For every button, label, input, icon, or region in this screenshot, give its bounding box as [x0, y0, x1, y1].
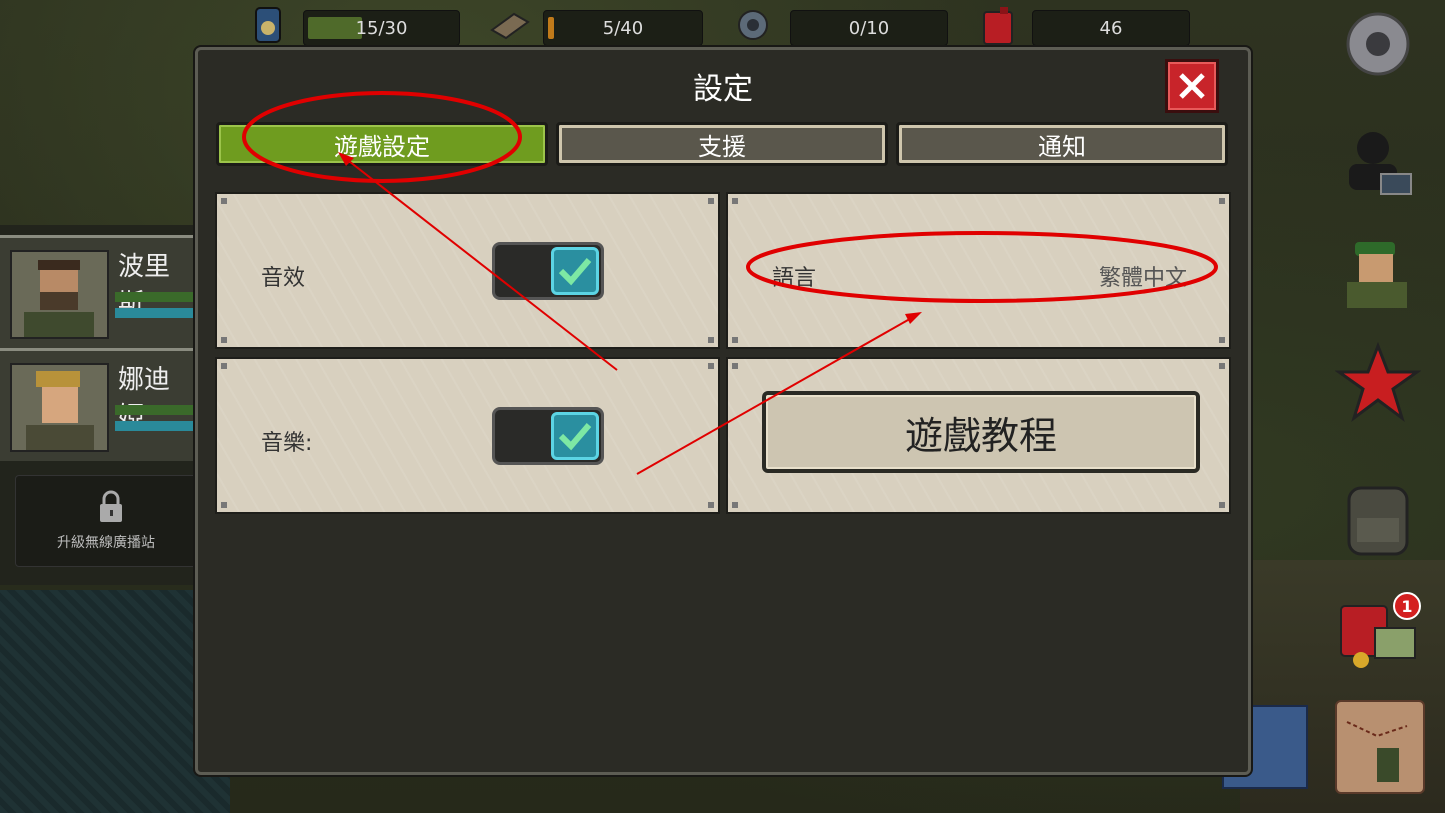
- map-icon[interactable]: [1335, 700, 1425, 794]
- survivor-card[interactable]: 波里斯: [0, 235, 195, 348]
- locked-slot-label: 升級無線廣播站: [57, 535, 155, 551]
- language-value[interactable]: 繁體中文: [1099, 260, 1187, 292]
- tab-label: 遊戲設定: [334, 132, 430, 161]
- survivor-roster: 波里斯 娜迪婭 升級無線廣播站: [0, 225, 197, 585]
- wood-counter: 5/40: [543, 10, 703, 46]
- canned-food-icon: [250, 6, 286, 44]
- sound-setting-card: 音效: [215, 192, 720, 349]
- red-star-icon[interactable]: [1334, 341, 1422, 422]
- close-button[interactable]: [1165, 59, 1219, 113]
- parts-value: 0/10: [848, 17, 890, 39]
- soldier-icon[interactable]: [1335, 232, 1421, 312]
- tab-label: 支援: [698, 132, 746, 161]
- survivor-portrait: [10, 250, 109, 339]
- fuel-can-icon: [980, 6, 1016, 45]
- tab-support[interactable]: 支援: [556, 122, 888, 166]
- food-counter: 15/30: [303, 10, 460, 46]
- settings-gear-icon[interactable]: [1335, 4, 1421, 84]
- fuel-value: 46: [1099, 17, 1123, 39]
- settings-dialog: 設定 遊戲設定 支援 通知 音效 語言 繁體中文 音樂: 遊戲教程: [195, 47, 1251, 775]
- parts-counter: 0/10: [790, 10, 948, 46]
- wood-planks-icon: [490, 6, 530, 44]
- supplies-icon[interactable]: 1: [1335, 592, 1421, 672]
- checkmark-icon: [551, 412, 599, 460]
- dialog-title: 設定: [693, 72, 753, 107]
- wood-value: 5/40: [602, 17, 644, 39]
- tab-label: 通知: [1038, 132, 1086, 161]
- music-setting-card: 音樂:: [215, 357, 720, 514]
- health-bar: [115, 292, 195, 302]
- lock-icon: [96, 490, 126, 528]
- close-icon: [1179, 73, 1205, 99]
- language-label: 語言: [772, 266, 817, 291]
- health-bar: [115, 405, 195, 415]
- survivor-card[interactable]: 娜迪婭: [0, 348, 195, 461]
- notification-badge: 1: [1393, 592, 1421, 620]
- sound-label: 音效: [261, 266, 306, 291]
- tutorial-button[interactable]: 遊戲教程: [762, 391, 1200, 473]
- character-profile-icon[interactable]: [1335, 118, 1421, 198]
- music-label: 音樂:: [261, 431, 313, 456]
- fuel-counter: 46: [1032, 10, 1190, 46]
- backpack-icon[interactable]: [1335, 478, 1421, 558]
- stamina-bar: [115, 421, 195, 431]
- tab-game-settings[interactable]: 遊戲設定: [216, 122, 548, 166]
- food-value: 15/30: [355, 17, 408, 39]
- tutorial-card: 遊戲教程: [726, 357, 1231, 514]
- language-setting-card[interactable]: 語言 繁體中文: [726, 192, 1231, 349]
- sound-toggle[interactable]: [492, 242, 604, 300]
- music-toggle[interactable]: [492, 407, 604, 465]
- tutorial-button-label: 遊戲教程: [904, 413, 1057, 458]
- checkmark-icon: [551, 247, 599, 295]
- gear-part-icon: [734, 6, 770, 44]
- survivor-portrait: [10, 363, 109, 452]
- stamina-bar: [115, 308, 195, 318]
- locked-slot[interactable]: 升級無線廣播站: [15, 475, 197, 567]
- tab-notifications[interactable]: 通知: [896, 122, 1228, 166]
